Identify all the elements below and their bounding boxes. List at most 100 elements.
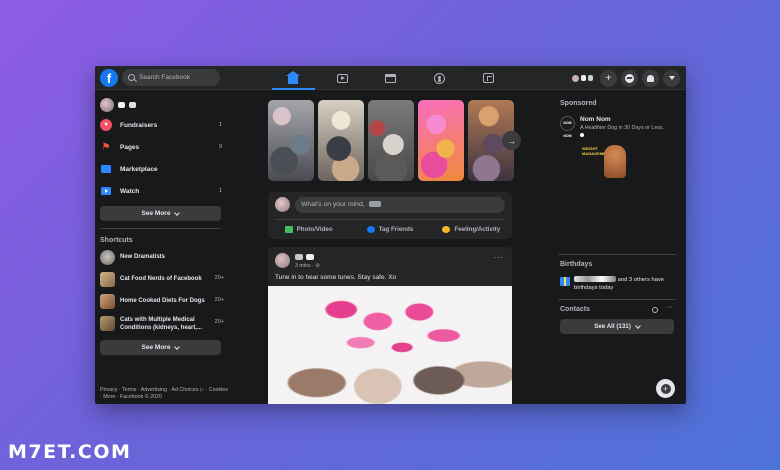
new-message-button[interactable]: + xyxy=(656,379,675,398)
watermark-logo: M7ET.COM xyxy=(8,441,132,463)
whats-on-your-mind-input[interactable]: What's on your mind, xyxy=(295,197,505,213)
redacted-names xyxy=(574,276,616,283)
account-menu-button[interactable] xyxy=(663,69,680,87)
shortcut-thumbnail xyxy=(100,250,115,265)
birthday-text[interactable]: and 3 others have birthdays today xyxy=(574,276,678,292)
tab-watch[interactable] xyxy=(318,66,367,90)
flag-icon: ⚑ xyxy=(101,141,111,153)
see-all-contacts-button[interactable]: See All (131) xyxy=(560,319,674,334)
gift-icon xyxy=(560,277,570,286)
post-text: Tune in to hear some tunes. Stay safe. X… xyxy=(275,274,397,281)
main-nav-tabs xyxy=(269,66,513,90)
messenger-icon xyxy=(625,73,634,83)
sidebar-item-label: Watch xyxy=(120,187,140,195)
composer-actions: Photo/Video Tag Friends Feeling/Activity xyxy=(268,222,512,236)
video-icon xyxy=(100,185,112,197)
divider xyxy=(275,219,505,220)
facebook-logo[interactable]: f xyxy=(100,69,118,87)
tab-home[interactable] xyxy=(269,66,318,90)
redacted-name xyxy=(306,254,314,260)
shortcut-label: New Dramatists xyxy=(120,254,166,260)
action-label: Feeling/Activity xyxy=(454,225,501,233)
see-all-label: See All (131) xyxy=(594,323,631,330)
messenger-button[interactable] xyxy=(621,69,638,87)
sidebar-item-label: Marketplace xyxy=(120,165,158,173)
sidebar-item-count: 9 xyxy=(218,144,222,150)
chevron-down-icon xyxy=(174,209,181,216)
sponsor-name[interactable]: Nom Nom xyxy=(580,116,611,123)
contacts-more-icon[interactable]: ··· xyxy=(666,304,673,311)
footer-links[interactable]: Privacy · Terms · Advertising · Ad Choic… xyxy=(100,387,230,401)
see-more-label: See More xyxy=(141,210,171,217)
sidebar-item-fundraisers[interactable]: ♥ Fundraisers 1 xyxy=(100,118,222,132)
more-options-icon[interactable]: ··· xyxy=(494,253,504,262)
sidebar-item-count: 1 xyxy=(218,122,222,128)
search-placeholder: Search Facebook xyxy=(139,74,190,81)
redacted-name xyxy=(581,75,586,81)
video-icon xyxy=(336,73,348,83)
sidebar-item-marketplace[interactable]: Marketplace xyxy=(100,162,222,176)
see-more-label: See More xyxy=(141,344,171,351)
avatar[interactable] xyxy=(275,253,290,268)
divider xyxy=(558,299,676,300)
shortcut-label: Cat Food Nerds of Facebook xyxy=(120,276,202,282)
sponsor-logo[interactable]: NOM NOM xyxy=(560,116,575,138)
profile-button[interactable] xyxy=(569,69,596,87)
sponsor-tagline: A Healthier Dog in 30 Days or Less. xyxy=(580,125,664,131)
shortcut-item[interactable]: New Dramatists xyxy=(100,250,224,265)
bell-icon xyxy=(647,74,654,82)
ad-text: WEIGHT MANAGEMENT xyxy=(582,146,612,156)
sponsored-title: Sponsored xyxy=(560,100,597,107)
sponsor-ad-image[interactable]: WEIGHT MANAGEMENT xyxy=(580,141,629,180)
shortcut-item[interactable]: Cats with Multiple Medical Conditions (k… xyxy=(100,316,224,332)
top-right-controls: + xyxy=(569,69,680,87)
redacted-name xyxy=(118,102,125,108)
tag-friends-button[interactable]: Tag Friends xyxy=(349,222,430,236)
post-composer: What's on your mind, Photo/Video Tag Fri… xyxy=(268,192,512,239)
top-navigation-bar: f Search Facebook + xyxy=(95,66,686,90)
caret-down-icon xyxy=(668,76,675,80)
post-timestamp[interactable]: 3 mins · ⊘ xyxy=(295,263,320,269)
redacted-name xyxy=(588,75,593,81)
search-icon xyxy=(128,74,135,81)
sidebar-item-pages[interactable]: ⚑ Pages 9 xyxy=(100,140,222,154)
feeling-activity-button[interactable]: Feeling/Activity xyxy=(431,222,512,236)
tab-groups[interactable] xyxy=(415,66,464,90)
post-image[interactable] xyxy=(268,286,512,404)
see-more-shortcuts-button[interactable]: See More xyxy=(100,340,221,355)
story-card[interactable] xyxy=(368,100,414,181)
tab-gaming[interactable] xyxy=(464,66,513,90)
chevron-down-icon xyxy=(174,343,181,350)
action-label: Tag Friends xyxy=(378,225,414,233)
marketplace-icon xyxy=(100,163,112,175)
shortcut-thumbnail xyxy=(100,294,115,309)
composer-placeholder: What's on your mind, xyxy=(301,201,365,208)
story-card[interactable] xyxy=(318,100,364,181)
see-more-button[interactable]: See More xyxy=(100,206,221,221)
divider xyxy=(100,228,221,229)
story-card[interactable] xyxy=(268,100,314,181)
shortcut-thumbnail xyxy=(100,272,115,287)
notifications-button[interactable] xyxy=(642,69,659,87)
shortcut-item[interactable]: Home Cooked Diets For Dogs 20+ xyxy=(100,294,224,309)
gaming-icon xyxy=(483,73,495,83)
groups-icon xyxy=(434,72,446,84)
photo-video-button[interactable]: Photo/Video xyxy=(268,222,349,236)
stories-next-button[interactable]: → xyxy=(502,131,521,150)
tab-marketplace[interactable] xyxy=(367,66,416,90)
left-sidebar: ♥ Fundraisers 1 ⚑ Pages 9 Marketplace Wa… xyxy=(95,90,235,404)
redacted-name xyxy=(368,201,381,208)
redacted-name xyxy=(295,254,303,260)
search-input[interactable]: Search Facebook xyxy=(122,69,220,86)
action-label: Photo/Video xyxy=(296,225,333,233)
search-contacts-icon[interactable] xyxy=(652,307,658,313)
sidebar-item-watch[interactable]: Watch 1 xyxy=(100,184,222,198)
arrow-right-icon: → xyxy=(507,135,516,146)
create-button[interactable]: + xyxy=(600,69,617,87)
shortcut-item[interactable]: Cat Food Nerds of Facebook 20+ xyxy=(100,272,224,287)
chevron-down-icon xyxy=(634,322,641,329)
news-feed: → What's on your mind, Photo/Video Tag F… xyxy=(268,90,521,404)
sidebar-profile[interactable] xyxy=(100,98,136,112)
feed-post: 3 mins · ⊘ ··· Tune in to hear some tune… xyxy=(268,247,512,404)
story-card[interactable] xyxy=(418,100,464,181)
